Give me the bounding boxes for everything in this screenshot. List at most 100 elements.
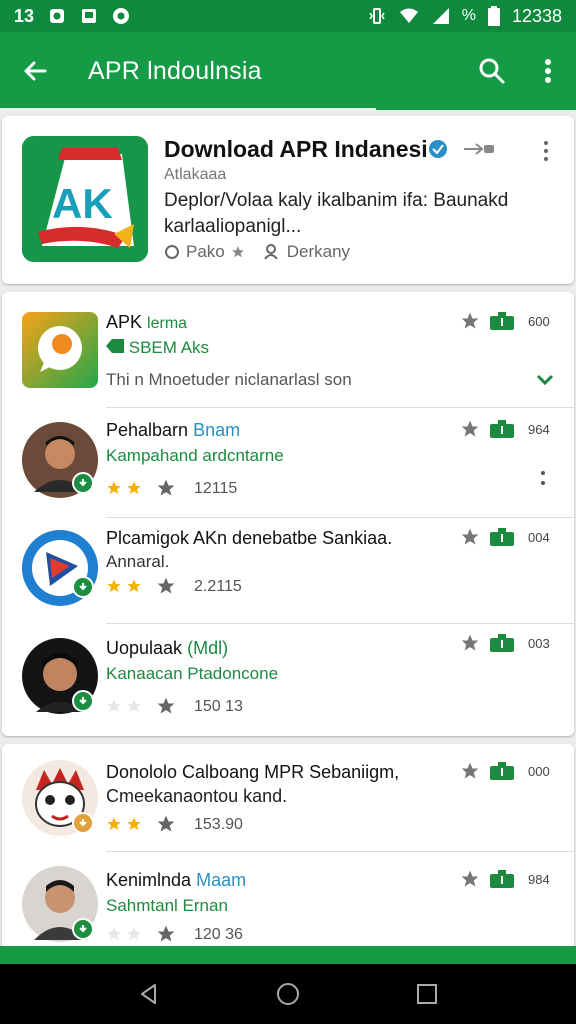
list-item[interactable]: Kenimlnda Maam Sahmtanl Ernan 120 36 984 (2, 852, 574, 946)
rating-count: 2.2115 (194, 578, 242, 595)
rating-stars (106, 814, 176, 834)
app-title: APK lerma (106, 312, 187, 333)
chevron-down-icon[interactable] (534, 368, 556, 390)
star-icon (127, 927, 141, 940)
circle-home-icon (276, 983, 299, 1005)
star-icon (231, 246, 244, 258)
app-description: Thi n Mnoetuder niclanarlasl son (106, 370, 352, 389)
more-options-button[interactable] (520, 32, 576, 110)
featured-app-description: Deplor/Volaa kaly ikalbanim ifa: Baunakd… (164, 190, 509, 237)
download-icon[interactable] (488, 526, 516, 548)
nav-home-button[interactable] (268, 974, 308, 1014)
download-icon[interactable] (488, 760, 516, 782)
list-item[interactable]: Donololo Calboang MPR Sebaniigm, Cmeekan… (2, 744, 574, 852)
app-title-accent: (Mdl) (187, 638, 229, 658)
back-button[interactable] (0, 32, 70, 110)
status-bar: 13 % 12338 (0, 0, 576, 32)
app-list-card: Donololo Calboang MPR Sebaniigm, Cmeekan… (2, 744, 574, 946)
star-icon (127, 481, 141, 494)
app-stats: 964 (460, 418, 550, 440)
list-item[interactable]: Plcamigok AKn denebatbe Sankiaa. Annaral… (2, 518, 574, 624)
app-stats: 600 (460, 310, 550, 332)
star-icon (461, 528, 479, 545)
app-title-main: Pehalbarn (106, 420, 189, 440)
installed-badge-icon (72, 918, 94, 940)
app-subtitle: Sahmtanl Ernan (106, 896, 228, 915)
rating-count: 153.90 (194, 816, 243, 833)
star-icon (107, 927, 121, 940)
share-icon[interactable] (462, 141, 496, 157)
download-icon[interactable] (488, 632, 516, 654)
download-icon[interactable] (488, 868, 516, 890)
app-title-main: Kenimlnda (106, 870, 192, 890)
app-title: Plcamigok AKn denebatbe Sankiaa. (106, 528, 393, 548)
vibrate-icon (369, 8, 385, 24)
app-description: Annaral. (106, 552, 170, 571)
app-description: Cmeekanaontou kand. (106, 786, 288, 806)
installed-badge-icon (72, 472, 94, 494)
download-icon[interactable] (488, 418, 516, 440)
app-stats: 004 (460, 526, 550, 548)
svg-text:AK: AK (52, 180, 113, 227)
app-title: Pehalbarn Bnam (106, 420, 240, 441)
featured-app-title[interactable]: Download APR Indanesi (164, 136, 428, 163)
app-stat-value: 600 (528, 313, 550, 329)
star-icon (157, 815, 175, 832)
list-item[interactable]: Uopulaak (Mdl) Kanaacan Ptadoncone 150 1… (2, 624, 574, 736)
rating-count: 12115 (194, 480, 238, 497)
download-icon[interactable] (488, 310, 516, 332)
featured-app-subtitle: Atlakaaa (164, 166, 227, 183)
notification-icon (50, 9, 65, 23)
wifi-icon (399, 8, 418, 23)
app-title-accent: lerma (147, 315, 188, 332)
menu-dot (544, 149, 548, 153)
rating-stars (106, 924, 176, 944)
search-icon (479, 58, 505, 84)
star-icon (157, 479, 175, 496)
status-time-left: 13 (14, 5, 35, 26)
app-title: Kenimlnda Maam (106, 870, 246, 891)
star-icon (107, 481, 121, 494)
list-item[interactable]: APK lerma SBEM Aks Thi n Mnoetuder nicla… (2, 292, 574, 408)
star-icon (127, 579, 141, 592)
nav-recents-button[interactable] (407, 974, 447, 1014)
featured-more-button[interactable] (534, 136, 558, 166)
meta-left-label: Pako (186, 242, 225, 261)
record-icon (113, 8, 130, 24)
app-icon (22, 312, 98, 388)
star-icon (461, 762, 479, 779)
signal-icon (432, 8, 449, 24)
search-button[interactable] (464, 32, 520, 110)
star-icon (127, 817, 141, 830)
rating-stars (106, 576, 176, 596)
list-item[interactable]: Pehalbarn Bnam Kampahand ardcntarne 1211… (2, 408, 574, 518)
app-stat-value: 003 (528, 635, 550, 651)
meta-right-label: Derkany (286, 242, 351, 261)
featured-app-card[interactable]: AK Download APR Indanesi Atlakaaa Deplor… (2, 116, 574, 284)
app-title-main: Uopulaak (106, 638, 183, 658)
rating-stars (106, 696, 176, 716)
star-icon (107, 699, 121, 712)
app-subtitle: Kanaacan Ptadoncone (106, 664, 279, 683)
nav-back-button[interactable] (129, 974, 169, 1014)
star-icon (461, 870, 479, 887)
installed-badge-icon (72, 812, 94, 834)
circle-icon (165, 245, 179, 259)
status-clock: 12338 (511, 5, 562, 26)
installed-badge-icon (72, 576, 94, 598)
menu-dot (544, 157, 548, 161)
star-icon (157, 577, 175, 594)
app-notification-icon (82, 9, 97, 23)
star-icon (127, 699, 141, 712)
app-subtitle: SBEM Aks (106, 338, 209, 358)
app-title-accent: Bnam (193, 420, 241, 440)
star-icon (157, 697, 175, 714)
app-stats: 000 (460, 760, 550, 782)
more-vert-icon[interactable] (540, 470, 546, 486)
app-title-main: APK (106, 312, 143, 332)
installed-badge-icon (72, 690, 94, 712)
chat-app-icon (22, 312, 98, 388)
person-icon (263, 244, 278, 260)
triangle-back-icon (141, 984, 157, 1004)
rating-count: 120 36 (194, 926, 243, 943)
